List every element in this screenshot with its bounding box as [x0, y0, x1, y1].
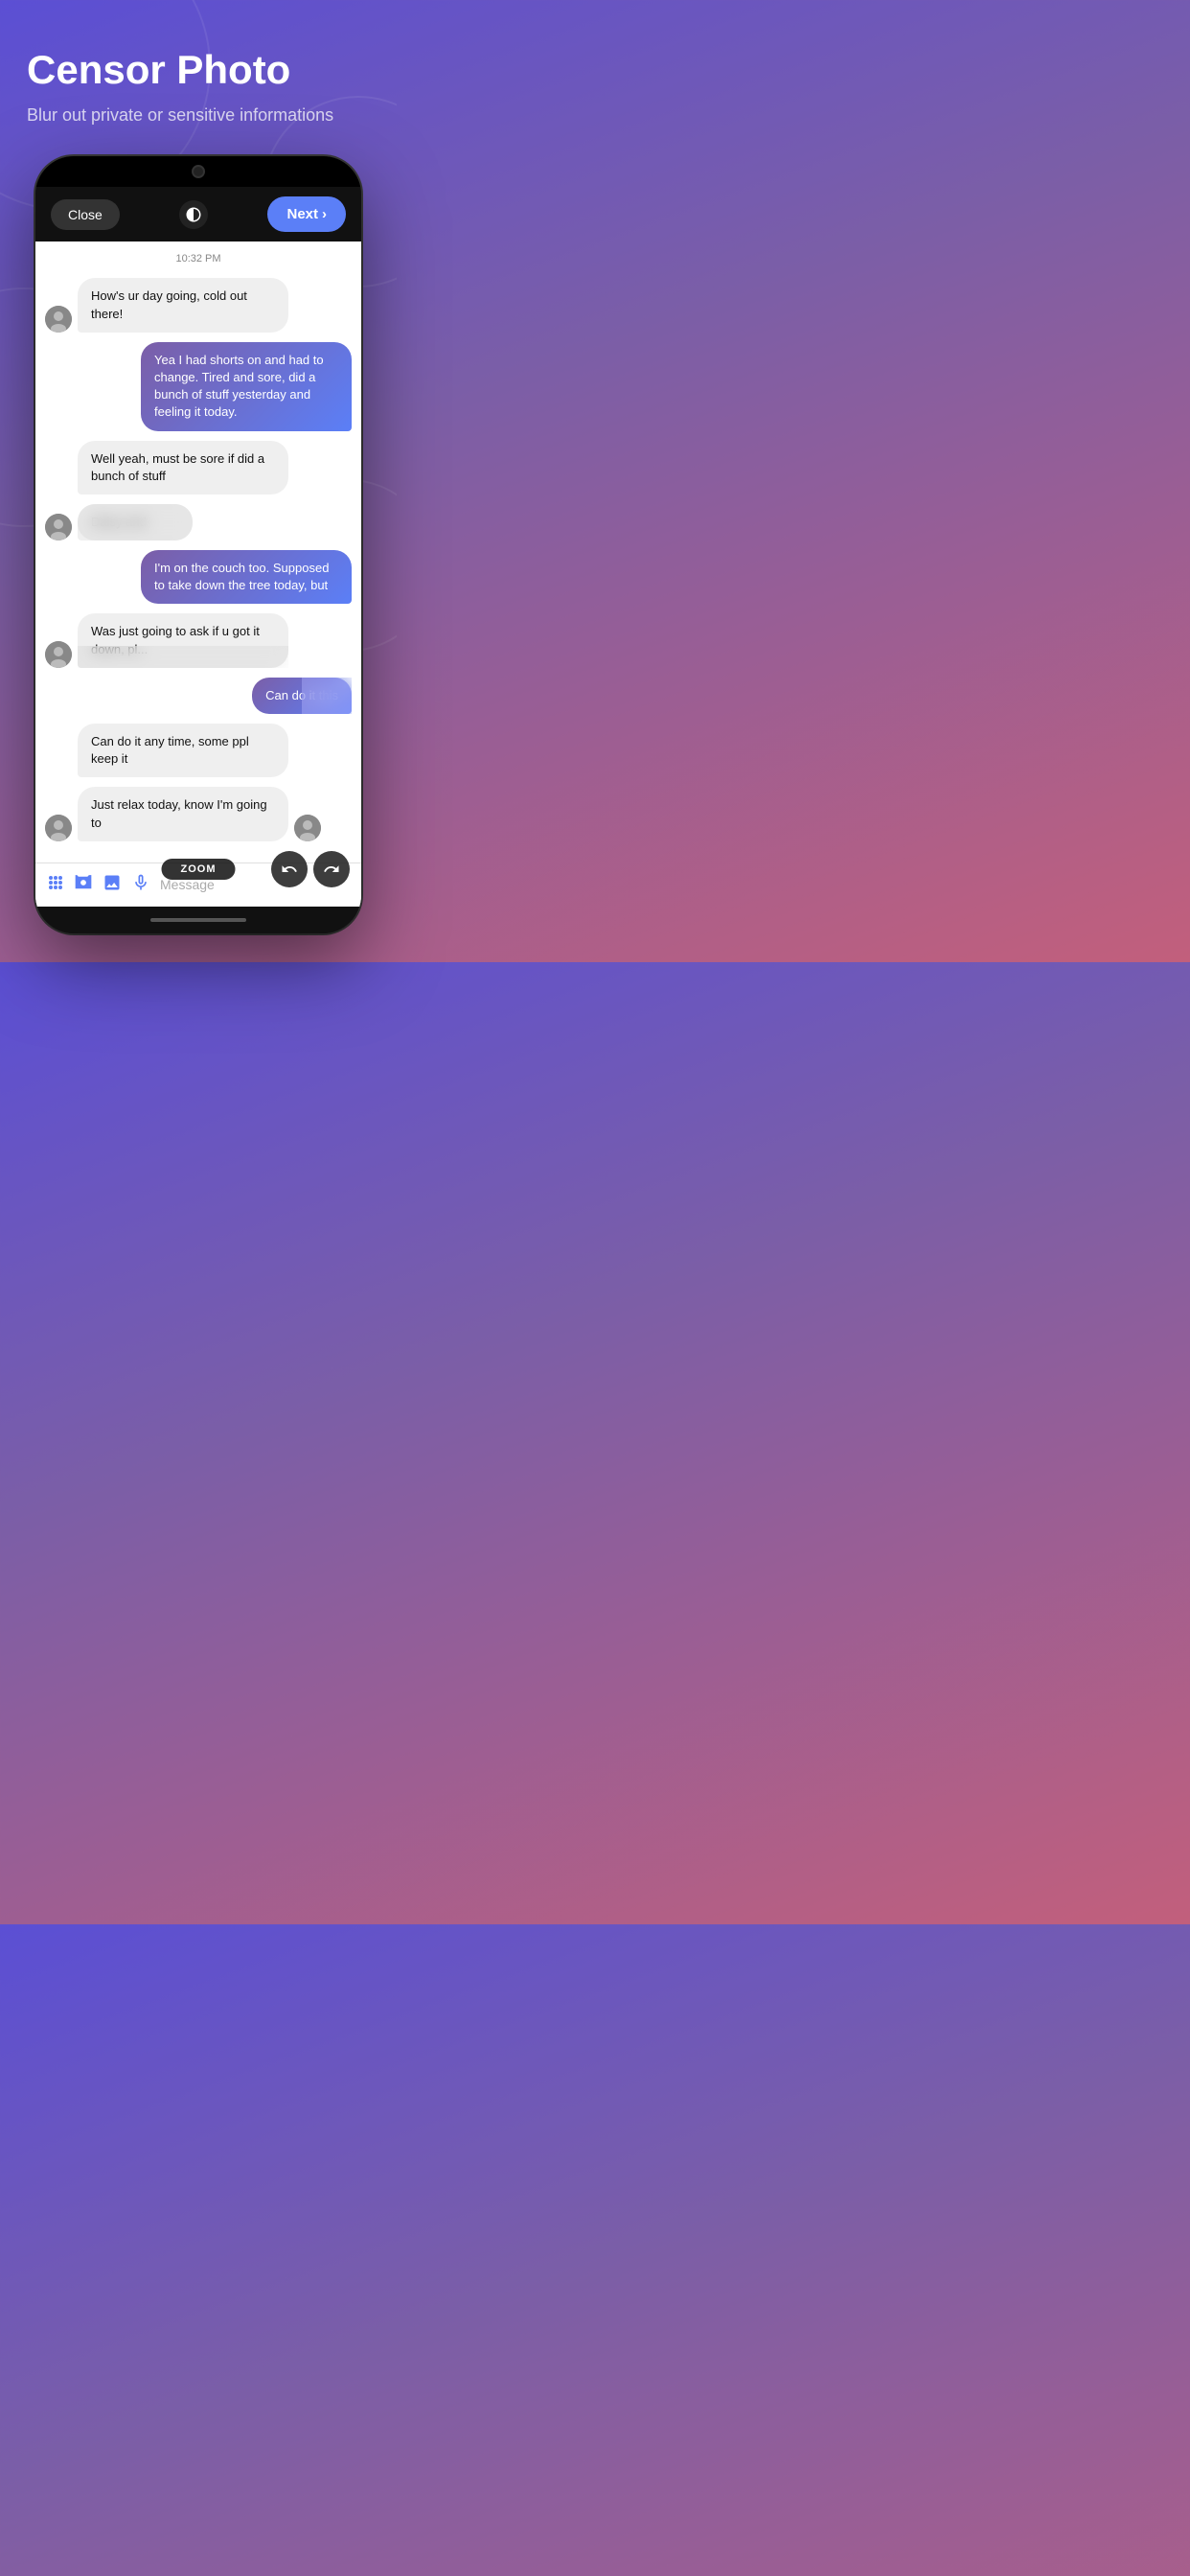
censor-overlay-6 [78, 646, 288, 668]
bubble-2: Yea I had shorts on and had to change. T… [141, 342, 352, 431]
chat-message-4: Daisy and [45, 504, 352, 540]
phone-screen: 10:32 PM How's ur day going, cold out th… [35, 242, 361, 906]
zoom-bar: ZOOM [162, 859, 236, 880]
avatar-1 [45, 306, 72, 333]
chat-message-5: I'm on the couch too. Supposed to take d… [45, 550, 352, 604]
bubble-3: Well yeah, must be sore if did a bunch o… [78, 441, 288, 494]
phone-frame: Close Next › 10:32 PM [35, 156, 361, 932]
contrast-svg [185, 206, 202, 223]
chat-message-2: Yea I had shorts on and had to change. T… [45, 342, 352, 431]
censor-overlay-7 [302, 678, 352, 714]
phone-notch [192, 165, 205, 178]
page-title: Censor Photo [27, 48, 370, 92]
avatar-9-right [294, 815, 321, 841]
page-subtitle: Blur out private or sensitive informatio… [27, 104, 370, 127]
header-section: Censor Photo Blur out private or sensiti… [0, 0, 397, 156]
close-button[interactable]: Close [51, 199, 120, 230]
undo-button[interactable] [271, 851, 308, 887]
phone-toolbar: Close Next › [35, 187, 361, 242]
censor-overlay-4 [78, 504, 193, 540]
avatar-6 [45, 641, 72, 668]
dots-grid-icon[interactable] [47, 874, 64, 896]
chat-message-8: Can do it any time, some ppl keep it [45, 724, 352, 777]
home-indicator [150, 918, 246, 922]
avatar-9 [45, 815, 72, 841]
bubble-1: How's ur day going, cold out there! [78, 278, 288, 332]
phone-notch-area [35, 156, 361, 187]
chat-message-9: Just relax today, know I'm going to [45, 787, 352, 840]
avatar-4 [45, 514, 72, 540]
bubble-6: Was just going to ask if u got it down, … [78, 613, 288, 667]
bubble-8: Can do it any time, some ppl keep it [78, 724, 288, 777]
phone-wrapper: Close Next › 10:32 PM [0, 156, 397, 961]
gallery-icon[interactable] [103, 873, 122, 897]
bubble-4: Daisy and [78, 504, 193, 540]
undo-redo-controls [271, 851, 350, 887]
mic-icon[interactable] [131, 873, 150, 897]
chat-message-1: How's ur day going, cold out there! [45, 278, 352, 332]
bubble-7: Can do it this [252, 678, 352, 714]
next-button[interactable]: Next › [267, 196, 346, 232]
camera-icon[interactable] [74, 873, 93, 897]
bubble-9: Just relax today, know I'm going to [78, 787, 288, 840]
phone-home-indicator-area [35, 907, 361, 933]
contrast-icon[interactable] [179, 200, 208, 229]
bubble-5: I'm on the couch too. Supposed to take d… [141, 550, 352, 604]
chat-message-6: Was just going to ask if u got it down, … [45, 613, 352, 667]
chat-message-7: Can do it this [45, 678, 352, 714]
redo-button[interactable] [313, 851, 350, 887]
chat-message-3: Well yeah, must be sore if did a bunch o… [45, 441, 352, 494]
chat-timestamp: 10:32 PM [45, 253, 352, 264]
chat-area: 10:32 PM How's ur day going, cold out th… [35, 242, 361, 862]
